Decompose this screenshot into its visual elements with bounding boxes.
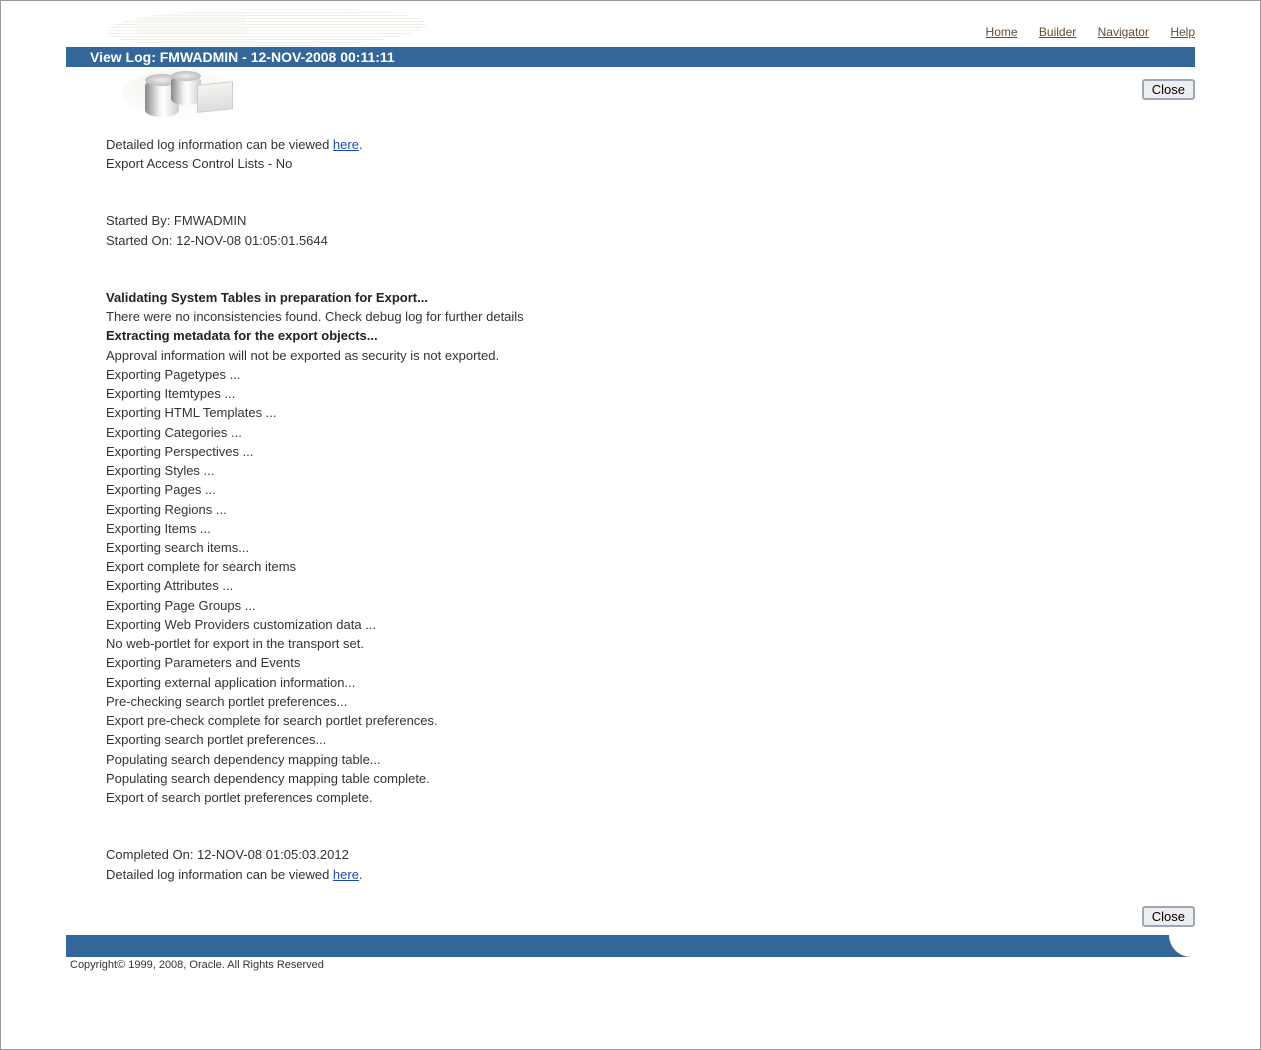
log-line: Export complete for search items bbox=[106, 557, 1195, 576]
log-line: Exporting Pagetypes ... bbox=[106, 365, 1195, 384]
top-nav: Home Builder Navigator Help bbox=[968, 25, 1195, 39]
nav-navigator[interactable]: Navigator bbox=[1098, 25, 1149, 39]
extracting-header: Extracting metadata for the export objec… bbox=[106, 326, 1195, 345]
log-line: Exporting Parameters and Events bbox=[106, 653, 1195, 672]
log-here-link-bottom[interactable]: here bbox=[333, 867, 359, 882]
footer-bar bbox=[66, 935, 1195, 957]
close-button-bottom[interactable]: Close bbox=[1142, 906, 1195, 927]
log-line: No web-portlet for export in the transpo… bbox=[106, 634, 1195, 653]
banner-decor bbox=[106, 9, 426, 47]
log-line: Exporting HTML Templates ... bbox=[106, 403, 1195, 422]
log-line: Export of search portlet preferences com… bbox=[106, 788, 1195, 807]
log-line: Exporting Itemtypes ... bbox=[106, 384, 1195, 403]
intro-suffix: . bbox=[359, 137, 363, 152]
log-line: Exporting Page Groups ... bbox=[106, 596, 1195, 615]
log-line: Exporting Regions ... bbox=[106, 500, 1195, 519]
log-line: Exporting Attributes ... bbox=[106, 576, 1195, 595]
log-here-link-top[interactable]: here bbox=[333, 137, 359, 152]
log-line: Exporting Perspectives ... bbox=[106, 442, 1195, 461]
completed-suffix: . bbox=[359, 867, 363, 882]
log-line: Exporting Items ... bbox=[106, 519, 1195, 538]
log-line: Exporting Pages ... bbox=[106, 480, 1195, 499]
copyright: Copyright© 1999, 2008, Oracle. All Right… bbox=[66, 957, 1195, 971]
page-title: View Log: FMWADMIN - 12-NOV-2008 00:11:1… bbox=[66, 47, 1195, 67]
nav-builder[interactable]: Builder bbox=[1039, 25, 1076, 39]
log-line: Exporting Categories ... bbox=[106, 423, 1195, 442]
nav-home[interactable]: Home bbox=[986, 25, 1018, 39]
log-line: Pre-checking search portlet preferences.… bbox=[106, 692, 1195, 711]
started-on: Started On: 12-NOV-08 01:05:01.5644 bbox=[106, 231, 1195, 250]
top-banner: Home Builder Navigator Help bbox=[66, 9, 1195, 47]
export-acl-line: Export Access Control Lists - No bbox=[106, 154, 1195, 173]
completed-text: Detailed log information can be viewed bbox=[106, 867, 333, 882]
log-line: Export pre-check complete for search por… bbox=[106, 711, 1195, 730]
log-content: Detailed log information can be viewed h… bbox=[66, 127, 1195, 884]
log-line: Exporting external application informati… bbox=[106, 673, 1195, 692]
log-line: Exporting Styles ... bbox=[106, 461, 1195, 480]
nav-help[interactable]: Help bbox=[1170, 25, 1195, 39]
started-by: Started By: FMWADMIN bbox=[106, 211, 1195, 230]
log-line: Populating search dependency mapping tab… bbox=[106, 750, 1195, 769]
validating-header: Validating System Tables in preparation … bbox=[106, 288, 1195, 307]
log-line: Populating search dependency mapping tab… bbox=[106, 769, 1195, 788]
log-line: Exporting search items... bbox=[106, 538, 1195, 557]
close-button-top[interactable]: Close bbox=[1142, 79, 1195, 100]
intro-text: Detailed log information can be viewed bbox=[106, 137, 333, 152]
database-export-icon bbox=[121, 65, 251, 125]
completed-on: Completed On: 12-NOV-08 01:05:03.2012 bbox=[106, 845, 1195, 864]
validating-line: There were no inconsistencies found. Che… bbox=[106, 307, 1195, 326]
log-line: Exporting search portlet preferences... bbox=[106, 730, 1195, 749]
log-line: Approval information will not be exporte… bbox=[106, 346, 1195, 365]
log-line: Exporting Web Providers customization da… bbox=[106, 615, 1195, 634]
